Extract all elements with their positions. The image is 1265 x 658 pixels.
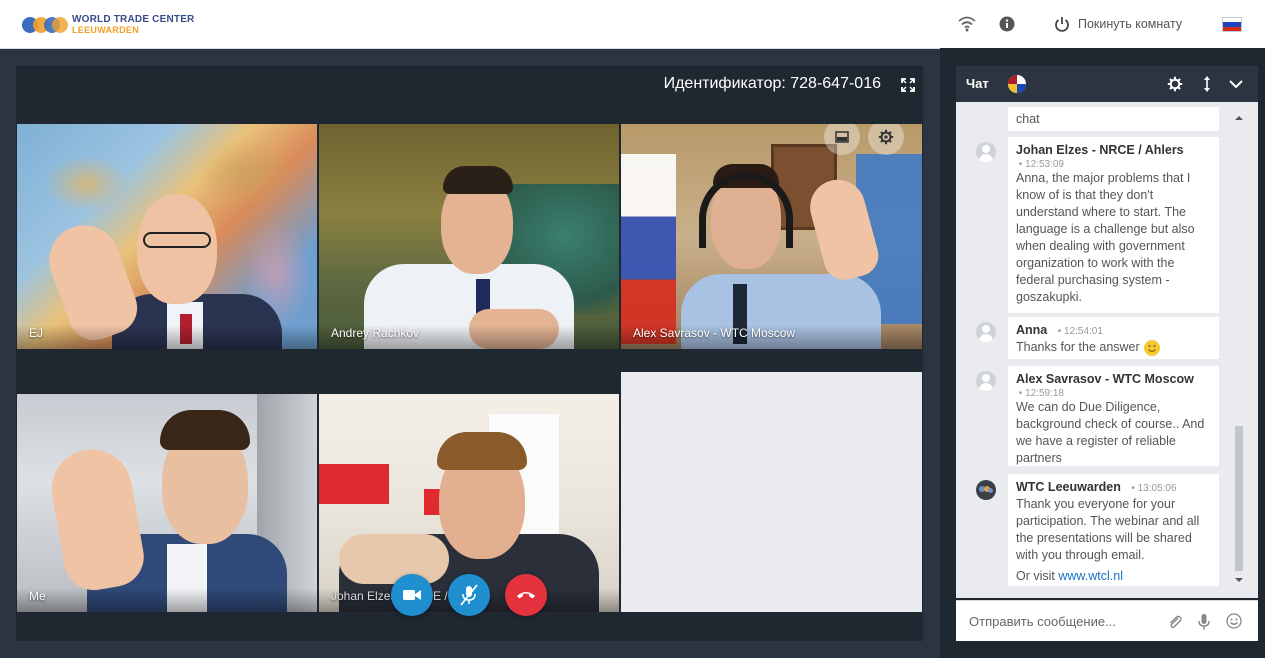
wifi-icon[interactable]: [955, 12, 979, 36]
participant-name: Andrey Rachkov: [331, 326, 420, 340]
avatar: [976, 322, 996, 342]
emoji-icon[interactable]: [1226, 613, 1242, 629]
scroll-up-arrow-icon[interactable]: [1232, 114, 1246, 122]
message-text: chat: [1016, 112, 1040, 126]
empty-video-tile: [621, 372, 922, 612]
message-bubble: chat: [1008, 107, 1219, 131]
message-bubble: Johan Elzes - NRCE / Ahlers • 12:53:09 A…: [1008, 137, 1219, 313]
message-text: Anna, the major problems that I know of …: [1016, 171, 1195, 304]
message-time: • 12:53:09: [1016, 159, 1064, 170]
microphone-toggle-button[interactable]: [448, 574, 490, 616]
logo-line2: LEEUWARDEN: [72, 25, 140, 35]
top-bar: WORLD TRADE CENTER LEEUWARDEN Покинуть к…: [0, 0, 1265, 49]
message-author: WTC Leeuwarden: [1016, 480, 1121, 494]
fullscreen-icon[interactable]: [901, 78, 915, 92]
chat-language-icon[interactable]: [1008, 75, 1026, 93]
gear-icon: [878, 129, 894, 145]
message-input[interactable]: Отправить сообщение...: [969, 614, 1116, 629]
video-tile[interactable]: Alex Savrasov - WTC Moscow: [621, 124, 922, 349]
scrollbar-thumb[interactable]: [1235, 426, 1243, 571]
ru-flag-icon[interactable]: [1222, 17, 1242, 32]
video-conference-area: Идентификатор: 728-647-016 EJ Andrey Rac…: [16, 66, 923, 641]
identifier-bar: Идентификатор: 728-647-016: [16, 66, 923, 104]
microphone-icon[interactable]: [1198, 613, 1210, 631]
scroll-down-arrow-icon[interactable]: [1232, 576, 1246, 584]
message-bubble: WTC Leeuwarden • 13:05:06 Thank you ever…: [1008, 474, 1219, 586]
room-identifier: Идентификатор: 728-647-016: [663, 75, 881, 92]
message-bubble: Alex Savrasov - WTC Moscow • 12:59:18 We…: [1008, 366, 1219, 466]
website-link[interactable]: www.wtcl.nl: [1058, 569, 1123, 583]
message-bubble: Anna • 12:54:01 Thanks for the answer: [1008, 317, 1219, 359]
wtc-globe-mark: [22, 14, 68, 36]
leave-room-label: Покинуть комнату: [1078, 16, 1183, 31]
chevron-down-icon[interactable]: [1229, 79, 1243, 89]
video-tile[interactable]: Me: [17, 394, 317, 612]
video-camera-icon: [403, 590, 421, 600]
leave-room-button[interactable]: Покинуть комнату: [1054, 12, 1182, 36]
chat-settings-icon[interactable]: [1167, 76, 1183, 92]
message-author: Alex Savrasov - WTC Moscow: [1016, 372, 1194, 386]
video-tile[interactable]: Andrey Rachkov: [319, 124, 619, 349]
power-icon: [1055, 17, 1069, 32]
attachment-icon[interactable]: [1168, 614, 1182, 630]
participant-name: EJ: [29, 326, 44, 340]
tile-settings-button[interactable]: [868, 124, 904, 155]
message-link-line: Or visit www.wtcl.nl: [1016, 569, 1123, 583]
avatar: [976, 371, 996, 391]
chat-resize-icon[interactable]: [1202, 76, 1212, 92]
message-author: Anna: [1016, 323, 1048, 337]
avatar: [976, 142, 996, 162]
participant-name: Alex Savrasov - WTC Moscow: [633, 326, 796, 340]
message-time: • 12:59:18: [1016, 388, 1064, 399]
chat-header: Чат: [956, 66, 1258, 102]
message-text: Thank you everyone for your participatio…: [1016, 497, 1200, 562]
message-time: • 13:05:06: [1131, 483, 1177, 494]
hang-up-button[interactable]: [505, 574, 547, 616]
camera-toggle-button[interactable]: [391, 574, 433, 616]
microphone-muted-icon: [460, 584, 478, 606]
message-text: We can do Due Diligence, background chec…: [1016, 400, 1205, 465]
info-icon[interactable]: [995, 12, 1019, 36]
chat-input-bar: Отправить сообщение...: [956, 600, 1258, 641]
smiley-emoji-icon: [1143, 339, 1160, 356]
video-tile[interactable]: EJ: [17, 124, 317, 349]
chat-title: Чат: [966, 76, 989, 91]
wtc-avatar: [976, 480, 996, 500]
participant-name: Me: [29, 589, 46, 603]
message-text: Thanks for the answer: [1016, 339, 1211, 356]
logo-line1: WORLD TRADE CENTER: [72, 14, 195, 25]
message-author: Johan Elzes - NRCE / Ahlers: [1016, 143, 1184, 157]
wtc-logo: WORLD TRADE CENTER LEEUWARDEN: [22, 14, 195, 36]
tile-layout-button[interactable]: [824, 124, 860, 155]
chat-scrollbar[interactable]: [1232, 114, 1246, 584]
message-time: • 12:54:01: [1057, 326, 1103, 337]
phone-hangup-icon: [517, 592, 535, 599]
layout-icon: [835, 131, 849, 143]
chat-messages: chat Johan Elzes - NRCE / Ahlers • 12:53…: [956, 102, 1258, 598]
